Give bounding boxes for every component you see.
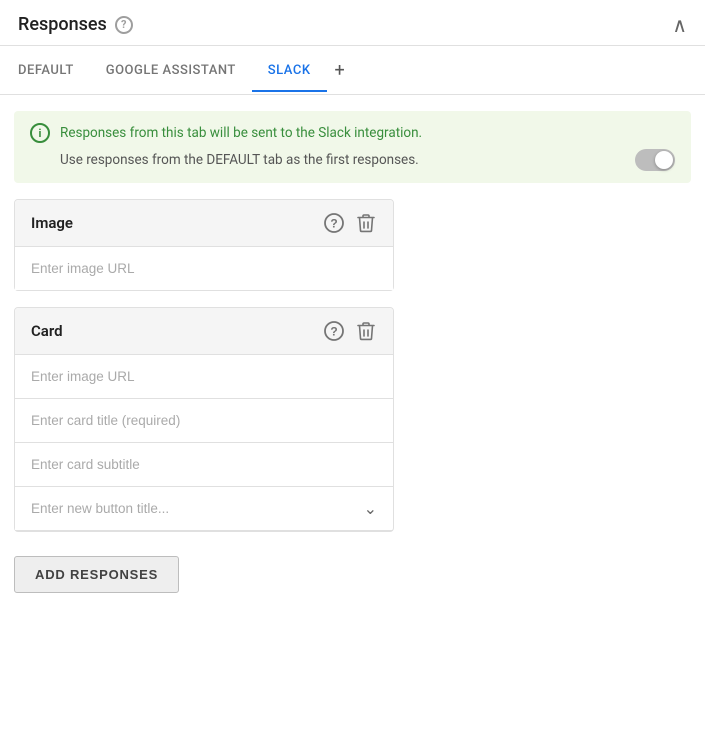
- tabs-bar: DEFAULT GOOGLE ASSISTANT SLACK +: [0, 46, 705, 95]
- tab-google-assistant[interactable]: GOOGLE ASSISTANT: [90, 49, 252, 92]
- image-card-help-icon[interactable]: ?: [323, 212, 345, 234]
- card-card-header: Card ?: [15, 308, 393, 355]
- chevron-down-icon[interactable]: ⌄: [364, 499, 377, 518]
- default-tab-toggle[interactable]: [635, 149, 675, 171]
- image-card: Image ?: [14, 199, 394, 291]
- image-card-header: Image ?: [15, 200, 393, 247]
- card-button-title-row: ⌄: [15, 487, 393, 531]
- info-banner-top: i Responses from this tab will be sent t…: [30, 123, 675, 143]
- card-card-title: Card: [31, 322, 63, 340]
- collapse-icon[interactable]: ∧: [672, 15, 687, 35]
- image-card-body: [15, 247, 393, 290]
- info-green-text: Responses from this tab will be sent to …: [60, 125, 422, 141]
- card-card-icons: ?: [323, 320, 377, 342]
- svg-text:?: ?: [330, 325, 337, 339]
- image-url-input[interactable]: [15, 247, 393, 290]
- card-card-help-icon[interactable]: ?: [323, 320, 345, 342]
- cards-area: Image ? Card: [0, 183, 705, 548]
- info-banner-bottom: Use responses from the DEFAULT tab as th…: [30, 149, 675, 171]
- header-left: Responses ?: [18, 14, 133, 35]
- card-card-delete-icon[interactable]: [355, 320, 377, 342]
- header-help-icon[interactable]: ?: [115, 16, 133, 34]
- card-title-input[interactable]: [15, 399, 393, 443]
- svg-text:?: ?: [330, 217, 337, 231]
- toggle-thumb: [655, 151, 673, 169]
- card-card: Card ? ⌄: [14, 307, 394, 532]
- add-responses-button[interactable]: ADD RESPONSES: [14, 556, 179, 593]
- card-card-body: ⌄: [15, 355, 393, 531]
- image-card-icons: ?: [323, 212, 377, 234]
- tab-slack[interactable]: SLACK: [252, 49, 327, 92]
- info-banner: i Responses from this tab will be sent t…: [14, 111, 691, 183]
- image-card-title: Image: [31, 214, 73, 232]
- card-subtitle-input[interactable]: [15, 443, 393, 487]
- page-title: Responses: [18, 14, 107, 35]
- tab-default[interactable]: DEFAULT: [18, 49, 90, 92]
- footer: ADD RESPONSES: [0, 548, 705, 613]
- tab-add[interactable]: +: [327, 46, 353, 95]
- page-header: Responses ? ∧: [0, 0, 705, 46]
- card-image-url-input[interactable]: [15, 355, 393, 399]
- info-gray-text: Use responses from the DEFAULT tab as th…: [60, 152, 419, 168]
- info-icon: i: [30, 123, 50, 143]
- image-card-delete-icon[interactable]: [355, 212, 377, 234]
- card-button-title-input[interactable]: [15, 487, 364, 530]
